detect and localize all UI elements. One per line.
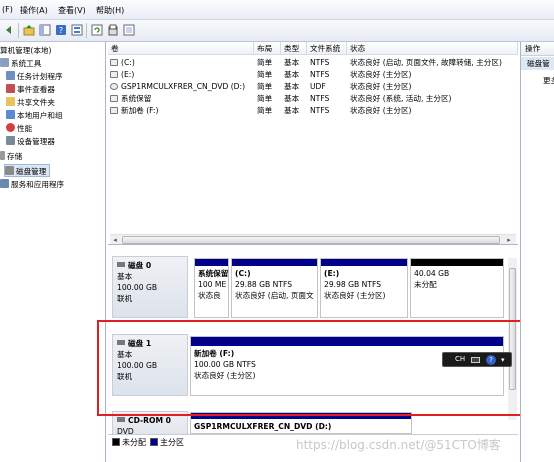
shared-folder-icon <box>6 97 15 106</box>
services-icon <box>0 179 9 188</box>
keyboard-icon[interactable] <box>471 357 480 363</box>
actions-pane: 操作 磁盘管 更多 <box>520 42 554 462</box>
tree-item-performance[interactable]: 性能 <box>6 122 32 135</box>
partition-unallocated[interactable]: 40.04 GB 未分配 <box>410 258 504 318</box>
tools-icon <box>0 58 9 67</box>
disk-icon <box>117 262 125 267</box>
actions-disk-management[interactable]: 磁盘管 <box>521 57 554 70</box>
volume-icon <box>110 59 118 66</box>
scroll-left-icon[interactable]: ◂ <box>110 236 120 244</box>
column-header-type[interactable]: 类型 <box>281 42 307 55</box>
column-header-volume[interactable]: 卷 <box>108 42 254 55</box>
back-icon[interactable] <box>2 23 16 37</box>
export-icon[interactable] <box>106 23 120 37</box>
disk-icon <box>5 166 14 175</box>
language-bar[interactable]: CH ? ▾ <box>442 352 512 367</box>
tree-item-task-scheduler[interactable]: 任务计划程序 <box>6 70 63 83</box>
dvd-icon <box>110 83 118 90</box>
help-icon[interactable]: ? <box>486 355 496 365</box>
tree-item-shared-folders[interactable]: 共享文件夹 <box>6 96 55 109</box>
legend-primary: 主分区 <box>150 437 184 448</box>
disk-0-info[interactable]: 磁盘 0 基本 100.00 GB 联机 <box>112 256 188 318</box>
volume-icon <box>110 95 118 102</box>
tree-item-disk-management[interactable]: 磁盘管理 <box>4 164 51 177</box>
tree-item-local-users[interactable]: 本地用户和组 <box>6 109 63 122</box>
unallocated-swatch <box>112 438 120 446</box>
horizontal-scrollbar[interactable]: ◂ ▸ <box>110 234 516 244</box>
scroll-right-icon[interactable]: ▸ <box>504 236 514 244</box>
users-icon <box>6 110 15 119</box>
table-row[interactable]: 新加卷 (F:) 简单 基本 NTFS 状态良好 (主分区) <box>108 105 518 117</box>
tree-item-device-manager[interactable]: 设备管理器 <box>6 135 55 148</box>
volume-list: 卷 布局 类型 文件系统 状态 (C:) 简单 基本 NTFS 状态良好 (启动… <box>108 42 518 245</box>
table-row[interactable]: (C:) 简单 基本 NTFS 状态良好 (启动, 页面文件, 故障转储, 主分… <box>108 57 518 69</box>
column-header-layout[interactable]: 布局 <box>254 42 281 55</box>
tree-item-storage[interactable]: 存储 <box>0 150 22 163</box>
scroll-thumb[interactable] <box>122 236 500 244</box>
table-row[interactable]: GSP1RMCULXFRER_CN_DVD (D:) 简单 基本 UDF 状态良… <box>108 81 518 93</box>
actions-header: 操作 <box>521 42 554 56</box>
device-manager-icon <box>6 136 15 145</box>
toolbar: ? <box>0 20 554 42</box>
volume-icon <box>110 71 118 78</box>
volume-icon <box>110 107 118 114</box>
snap-in-icon[interactable] <box>122 23 136 37</box>
highlight-box <box>97 320 529 416</box>
up-folder-icon[interactable] <box>22 23 36 37</box>
dvd-icon <box>117 417 125 422</box>
tree-item-system-tools[interactable]: 系统工具 <box>0 57 41 70</box>
partition-system-reserved[interactable]: 系统保留 100 ME 状态良 <box>194 258 229 318</box>
menu-view[interactable]: 查看(V) <box>58 5 86 16</box>
column-header-filesystem[interactable]: 文件系统 <box>307 42 347 55</box>
partition-c[interactable]: (C:) 29.88 GB NTFS 状态良好 (启动, 页面文 <box>231 258 318 318</box>
tree-root[interactable]: 算机管理(本地) <box>0 44 52 57</box>
tree-item-event-viewer[interactable]: 事件查看器 <box>6 83 55 96</box>
language-label[interactable]: CH <box>455 353 465 366</box>
performance-icon <box>6 123 15 132</box>
table-row[interactable]: 系统保留 简单 基本 NTFS 状态良好 (系统, 活动, 主分区) <box>108 93 518 105</box>
watermark: https://blog.csdn.net/@51CTO博客 <box>296 438 501 452</box>
options-icon[interactable]: ▾ <box>501 354 505 367</box>
menu-action[interactable]: 操作(A) <box>20 5 48 16</box>
refresh-icon[interactable] <box>90 23 104 37</box>
menu-bar: (F) 操作(A) 查看(V) 帮助(H) <box>0 0 554 20</box>
storage-icon <box>0 151 5 160</box>
console-tree: 算机管理(本地) 系统工具 任务计划程序 事件查看器 共享文件夹 本地用户和组 … <box>0 42 106 462</box>
help-icon[interactable]: ? <box>54 23 68 37</box>
table-row[interactable]: (E:) 简单 基本 NTFS 状态良好 (主分区) <box>108 69 518 81</box>
tree-item-services[interactable]: 服务和应用程序 <box>0 178 64 191</box>
legend-unallocated: 未分配 <box>112 437 146 448</box>
event-viewer-icon <box>6 84 15 93</box>
actions-more[interactable]: 更多 <box>543 75 554 86</box>
partition-e[interactable]: (E:) 29.98 GB NTFS 状态良好 (主分区) <box>320 258 408 318</box>
task-scheduler-icon <box>6 71 15 80</box>
menu-help[interactable]: 帮助(H) <box>96 5 124 16</box>
properties-icon[interactable] <box>70 23 84 37</box>
menu-file[interactable]: (F) <box>2 5 13 14</box>
svg-text:?: ? <box>59 26 63 35</box>
column-header-status[interactable]: 状态 <box>347 42 518 55</box>
primary-swatch <box>150 438 158 446</box>
show-hide-tree-icon[interactable] <box>38 23 52 37</box>
